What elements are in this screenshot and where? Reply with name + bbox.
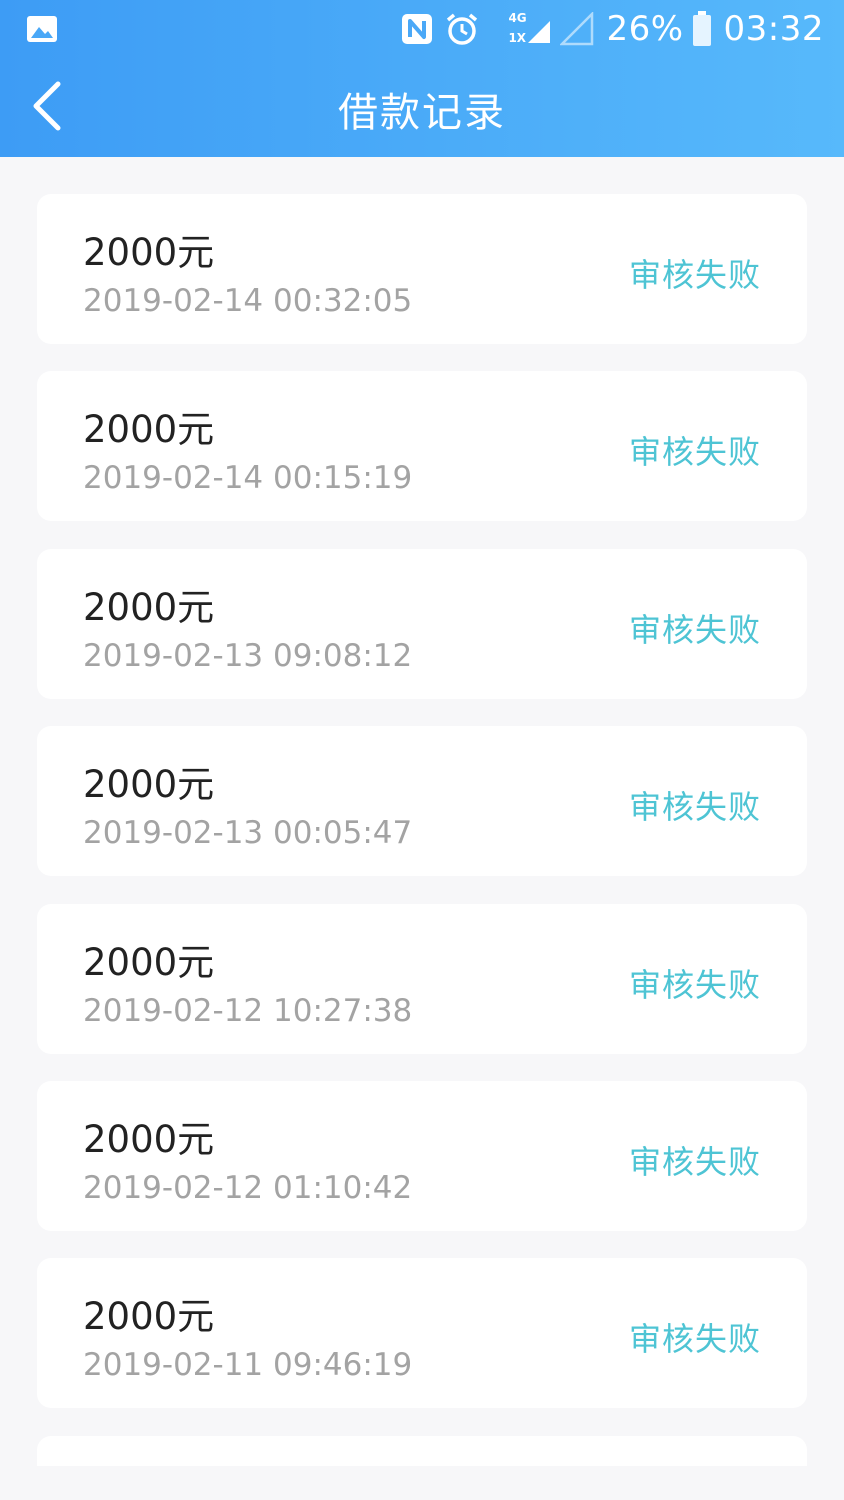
record-amount: 2000元 [83,1117,215,1161]
record-amount: 2000元 [83,231,215,274]
nfc-icon [402,14,433,44]
app-header: 4G 1X 26% 03:32 借款记录 [0,0,844,157]
record-status: 审核失败 [628,433,761,472]
record-amount: 2000元 [83,940,215,984]
battery-icon [692,11,711,46]
gallery-icon [27,16,57,42]
signal-empty-icon [560,12,594,46]
status-bar: 4G 1X 26% 03:32 [0,0,844,58]
record-datetime: 2019-02-14 00:15:19 [83,460,413,497]
record-status: 审核失败 [628,610,761,649]
record-datetime: 2019-02-14 00:32:05 [83,283,413,319]
loan-record-card[interactable]: 2000元 2019-02-11 09:46:19 审核失败 [37,1258,807,1409]
record-status: 审核失败 [628,256,761,294]
loan-record-card[interactable]: 2000元 2019-02-14 00:15:19 审核失败 [37,371,807,522]
loan-record-card[interactable]: 2000元 2019-02-12 10:27:38 审核失败 [37,903,807,1054]
record-status: 审核失败 [628,1320,761,1359]
record-status: 审核失败 [628,965,761,1004]
record-amount: 2000元 [83,1295,215,1339]
loan-record-list: 2000元 2019-02-14 00:32:05 审核失败 2000元 201… [37,194,807,1436]
network-bottom-label: 1X [508,31,527,45]
record-status: 审核失败 [628,788,761,827]
nav-bar: 借款记录 [0,58,844,157]
loan-record-card[interactable]: 2000元 2019-02-14 00:32:05 审核失败 [37,194,807,344]
record-datetime: 2019-02-12 01:10:42 [83,1169,413,1206]
record-status: 审核失败 [628,1142,761,1181]
loan-record-card[interactable]: 2000元 2019-02-13 09:08:12 审核失败 [37,548,807,699]
record-amount: 2000元 [83,763,215,807]
record-datetime: 2019-02-13 09:08:12 [83,637,413,674]
record-datetime: 2019-02-11 09:46:19 [83,1347,413,1384]
clock-time: 03:32 [723,9,824,49]
loan-record-card-partial[interactable] [37,1436,807,1466]
page-title: 借款记录 [338,90,506,136]
alarm-icon [447,13,478,45]
signal-icon [528,21,551,43]
record-amount: 2000元 [83,585,215,629]
record-amount: 2000元 [83,408,215,452]
record-datetime: 2019-02-13 00:05:47 [83,815,413,852]
loan-record-card[interactable]: 2000元 2019-02-13 00:05:47 审核失败 [37,726,807,877]
loan-record-card[interactable]: 2000元 2019-02-12 01:10:42 审核失败 [37,1080,807,1231]
battery-percent: 26% [606,9,684,49]
network-top-label: 4G [508,11,527,25]
network-type-icon: 4G 1X [494,9,551,49]
record-datetime: 2019-02-12 10:27:38 [83,992,413,1029]
